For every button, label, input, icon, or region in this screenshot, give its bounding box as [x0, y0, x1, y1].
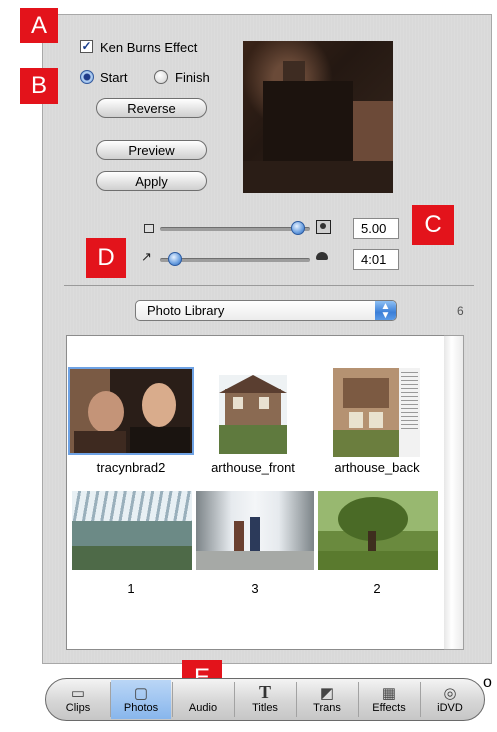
zoom-slider-track[interactable] — [160, 227, 310, 231]
photo-thumbnail[interactable] — [333, 368, 420, 457]
tab-label: Audio — [188, 702, 218, 714]
marker-a: A — [20, 8, 58, 43]
photo-caption: 2 — [373, 581, 381, 596]
photo-library-select-label: Photo Library — [147, 303, 225, 318]
photo-count: 6 — [457, 304, 464, 318]
zoom-slider-knob[interactable] — [291, 221, 305, 235]
tab-label: iDVD — [437, 702, 463, 714]
duration-slider-knob[interactable] — [168, 252, 182, 266]
tab-label: Trans — [313, 702, 341, 714]
tab-audio[interactable]: ♪ Audio — [173, 680, 233, 719]
photo-library-select[interactable]: Photo Library ▲ ▼ — [135, 300, 397, 321]
photo-thumbnail[interactable] — [68, 367, 194, 455]
photo-browser-scrollbar[interactable] — [444, 335, 464, 650]
tab-trans[interactable]: ◩ Trans — [297, 680, 357, 719]
zoom-value-field[interactable]: 5.00 — [353, 218, 399, 239]
zoom-small-icon — [144, 224, 154, 233]
titles-icon: T — [258, 682, 271, 702]
stray-text: o — [483, 674, 492, 691]
tab-photos[interactable]: ▢ Photos — [111, 680, 171, 719]
start-radio[interactable] — [80, 70, 94, 84]
effects-icon: ▦ — [381, 684, 397, 702]
photo-caption: arthouse_front — [211, 460, 295, 475]
photo-caption: arthouse_back — [334, 460, 420, 475]
turtle-icon — [316, 252, 328, 260]
ken-burns-preview — [243, 41, 393, 193]
zoom-large-icon — [316, 220, 331, 234]
ken-burns-checkbox[interactable]: ✓ — [80, 40, 93, 53]
divider — [64, 285, 474, 286]
marker-b: B — [20, 68, 58, 104]
preview-button[interactable]: Preview — [96, 140, 207, 160]
idvd-icon: ◎ — [443, 684, 457, 702]
duration-slider-track[interactable] — [160, 258, 310, 262]
photo-thumbnail[interactable] — [219, 375, 287, 454]
transitions-icon: ◩ — [319, 684, 335, 702]
clips-icon: ▭ — [70, 684, 86, 702]
tab-label: Titles — [252, 702, 278, 714]
start-label: Start — [100, 70, 128, 85]
photo-caption: tracynbrad2 — [96, 460, 166, 475]
duration-value-field[interactable]: 4:01 — [353, 249, 399, 270]
tab-label: Photos — [123, 702, 159, 714]
tab-effects[interactable]: ▦ Effects — [359, 680, 419, 719]
ken-burns-label: Ken Burns Effect — [100, 40, 198, 55]
tab-label: Effects — [372, 702, 406, 714]
marker-c: C — [412, 205, 454, 245]
marker-d: D — [86, 238, 126, 278]
photo-caption: 3 — [251, 581, 259, 596]
photo-thumbnail[interactable] — [196, 491, 314, 570]
photo-thumbnail[interactable] — [72, 491, 192, 570]
photo-caption: 1 — [127, 581, 135, 596]
finish-label: Finish — [175, 70, 210, 85]
tab-titles[interactable]: T Titles — [235, 680, 295, 719]
apply-button[interactable]: Apply — [96, 171, 207, 191]
updown-arrows-icon: ▲ ▼ — [375, 301, 396, 321]
reverse-button[interactable]: Reverse — [96, 98, 207, 118]
tab-label: Clips — [65, 702, 91, 714]
tab-clips[interactable]: ▭ Clips — [48, 680, 108, 719]
tab-idvd[interactable]: ◎ iDVD — [421, 680, 479, 719]
rabbit-icon: ↗ — [141, 249, 152, 264]
photos-icon: ▢ — [133, 684, 149, 702]
photo-thumbnail[interactable] — [318, 491, 438, 570]
finish-radio[interactable] — [154, 70, 168, 84]
